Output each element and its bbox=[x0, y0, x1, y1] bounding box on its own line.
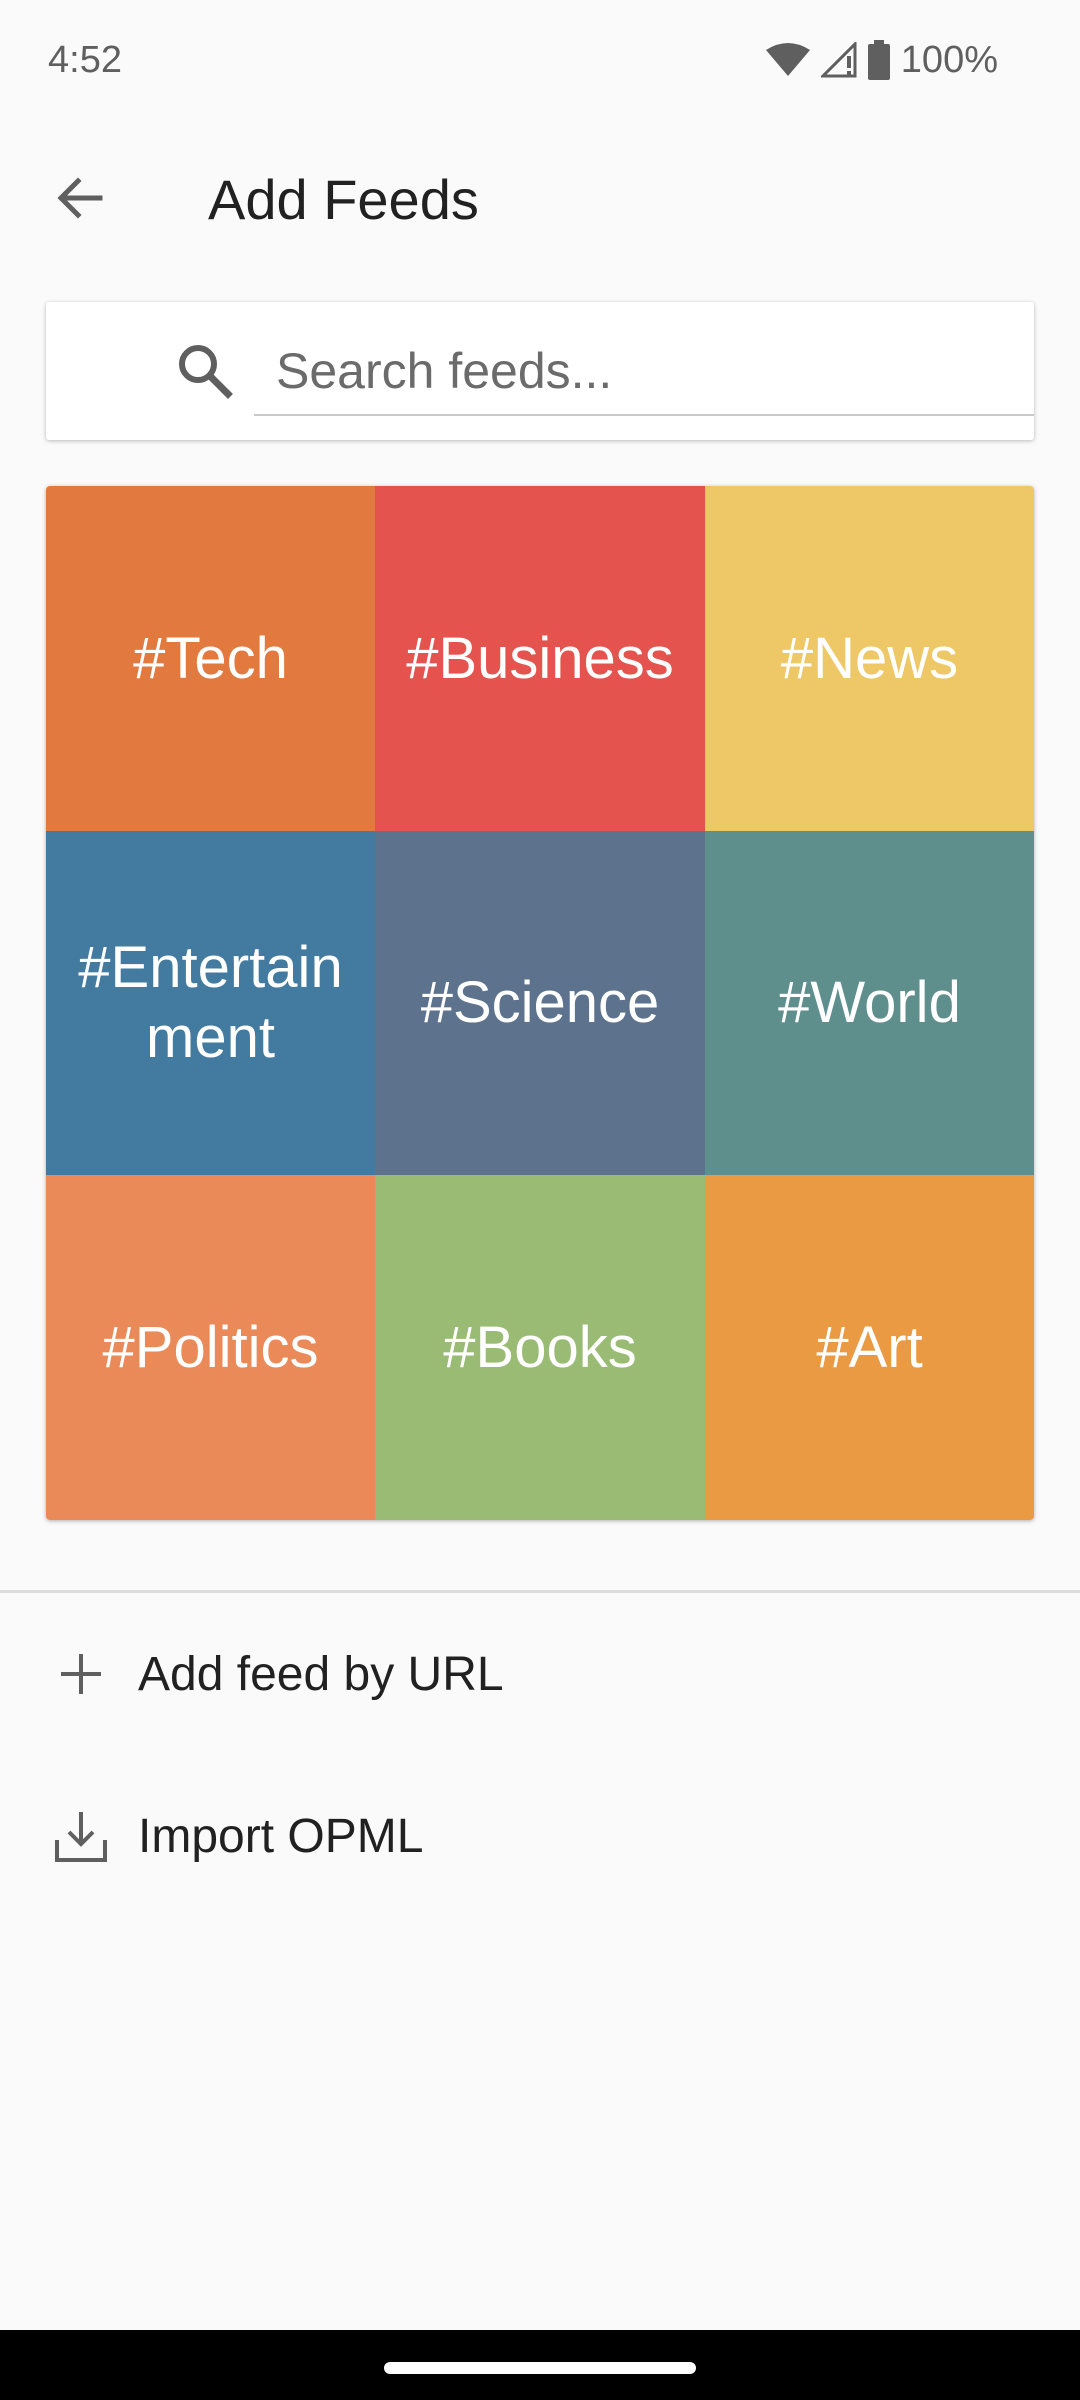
navigation-bar bbox=[0, 2330, 1080, 2400]
plus-icon bbox=[50, 1643, 112, 1705]
search-icon bbox=[174, 340, 236, 402]
arrow-left-icon bbox=[54, 172, 106, 229]
tag-tile-art[interactable]: #Art bbox=[705, 1175, 1034, 1520]
wifi-icon bbox=[765, 42, 811, 78]
tag-grid: #Tech #Business #News #Entertainment #Sc… bbox=[46, 486, 1034, 1520]
add-feed-by-url-label: Add feed by URL bbox=[138, 1647, 504, 1701]
tag-tile-books[interactable]: #Books bbox=[375, 1175, 705, 1520]
page-title: Add Feeds bbox=[208, 168, 479, 231]
divider bbox=[0, 1590, 1080, 1593]
tag-tile-science[interactable]: #Science bbox=[375, 831, 705, 1175]
add-feed-by-url-button[interactable]: Add feed by URL bbox=[0, 1614, 1080, 1734]
home-gesture-handle[interactable] bbox=[384, 2362, 696, 2374]
tag-tile-tech[interactable]: #Tech bbox=[46, 486, 375, 831]
import-opml-label: Import OPML bbox=[138, 1809, 424, 1863]
app-bar: Add Feeds bbox=[0, 150, 1080, 250]
tag-tile-entertainment[interactable]: #Entertainment bbox=[46, 831, 375, 1175]
download-icon bbox=[50, 1805, 112, 1867]
search-card bbox=[46, 302, 1034, 440]
tag-tile-news[interactable]: #News bbox=[705, 486, 1034, 831]
import-opml-button[interactable]: Import OPML bbox=[0, 1776, 1080, 1896]
back-button[interactable] bbox=[40, 150, 120, 250]
status-time: 4:52 bbox=[48, 38, 122, 81]
tag-tile-politics[interactable]: #Politics bbox=[46, 1175, 375, 1520]
tag-tile-world[interactable]: #World bbox=[705, 831, 1034, 1175]
status-bar: 4:52 100% bbox=[0, 0, 1080, 120]
status-icons: 100% bbox=[765, 39, 998, 82]
search-input[interactable] bbox=[254, 328, 1034, 416]
battery-icon bbox=[867, 40, 891, 80]
tag-tile-business[interactable]: #Business bbox=[375, 486, 705, 831]
signal-icon bbox=[820, 42, 857, 78]
battery-percent: 100% bbox=[900, 38, 998, 81]
